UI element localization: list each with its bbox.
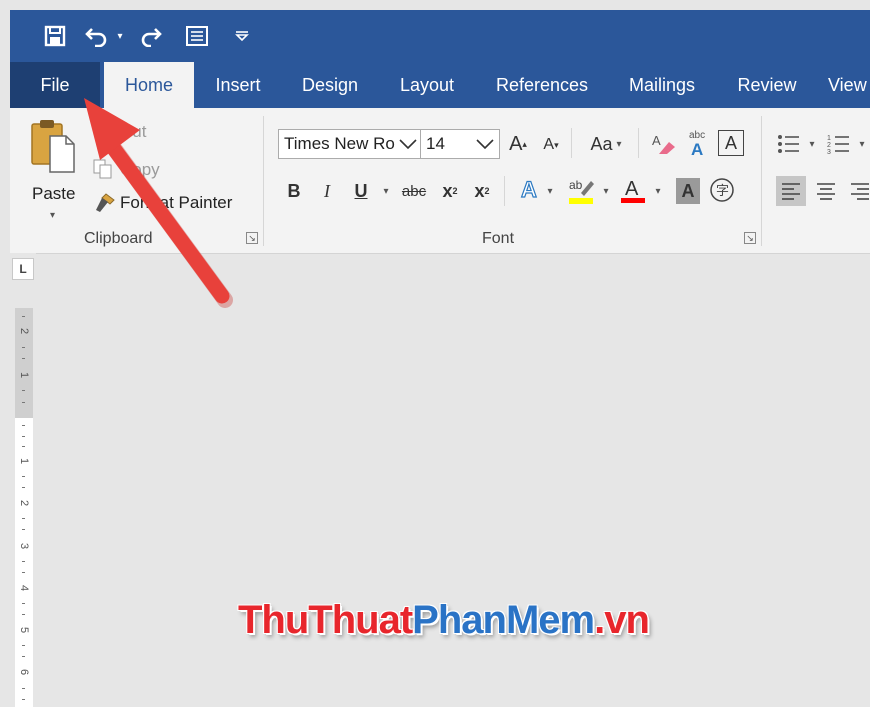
annotation-arrow-icon — [84, 98, 233, 308]
